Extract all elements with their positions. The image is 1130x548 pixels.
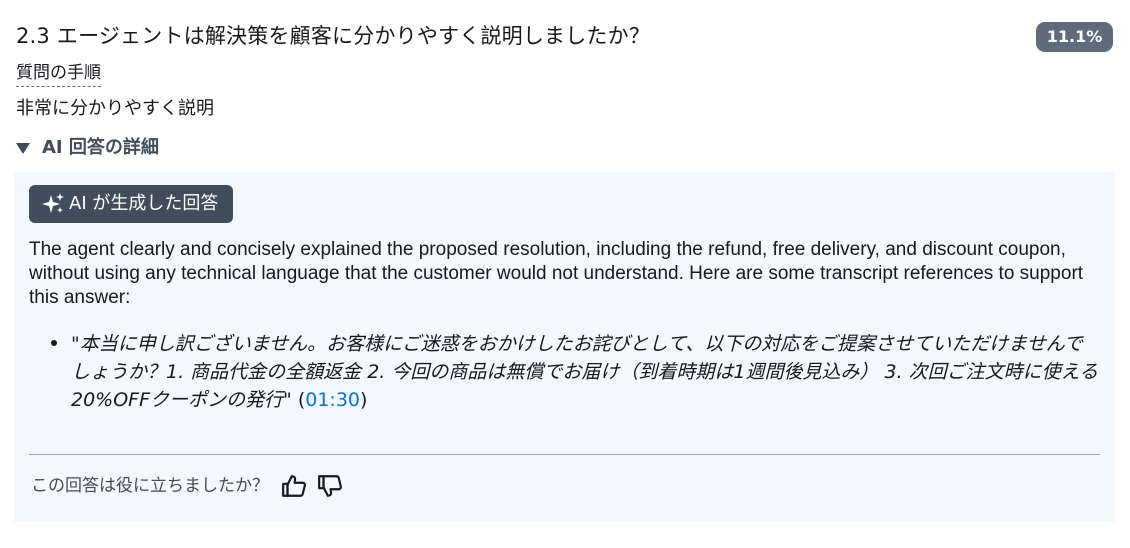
reference-quote-block: "本当に申し訳ございません。お客様にご迷惑をおかけしたお詫びとして、以下の対応を… <box>71 333 1099 411</box>
feedback-row: この回答は役に立ちましたか？ <box>31 472 353 500</box>
feedback-prompt: この回答は役に立ちましたか？ <box>31 476 269 496</box>
reference-timestamp-link[interactable]: 01:30 <box>305 389 360 411</box>
ai-details-panel: AI が生成した回答 The agent clearly and concise… <box>14 172 1115 522</box>
transcript-reference-item: "本当に申し訳ございません。お客様にご迷惑をおかけしたお詫びとして、以下の対応を… <box>49 330 1101 414</box>
question-title: 2.3 エージェントは解決策を顧客に分かりやすく説明しましたか？ <box>16 24 651 48</box>
ai-details-expander-label: AI 回答の詳細 <box>42 137 159 158</box>
divider <box>29 454 1100 455</box>
question-procedure-link[interactable]: 質問の手順 <box>16 61 101 87</box>
score-badge: 11.1% <box>1036 22 1113 52</box>
sparkle-icon <box>42 193 64 213</box>
ai-generated-label-text: AI が生成した回答 <box>69 193 219 214</box>
caret-down-icon <box>16 142 30 154</box>
ai-generated-label: AI が生成した回答 <box>29 185 234 223</box>
thumbs-up-icon[interactable] <box>281 473 307 499</box>
reference-quote: 本当に申し訳ございません。お客様にご迷惑をおかけしたお詫びとして、以下の対応をご… <box>71 333 1099 411</box>
ai-explanation-text: The agent clearly and concisely explaine… <box>29 239 1084 308</box>
answer-value: 非常に分かりやすく説明 <box>16 98 214 119</box>
bullet-icon <box>51 340 57 346</box>
evaluation-question-card: 2.3 エージェントは解決策を顧客に分かりやすく説明しましたか？ 11.1% 質… <box>0 0 1130 548</box>
transcript-references: "本当に申し訳ございません。お客様にご迷惑をおかけしたお詫びとして、以下の対応を… <box>49 330 1101 414</box>
ai-details-expander[interactable]: AI 回答の詳細 <box>16 136 159 160</box>
thumbs-down-icon[interactable] <box>317 473 343 499</box>
